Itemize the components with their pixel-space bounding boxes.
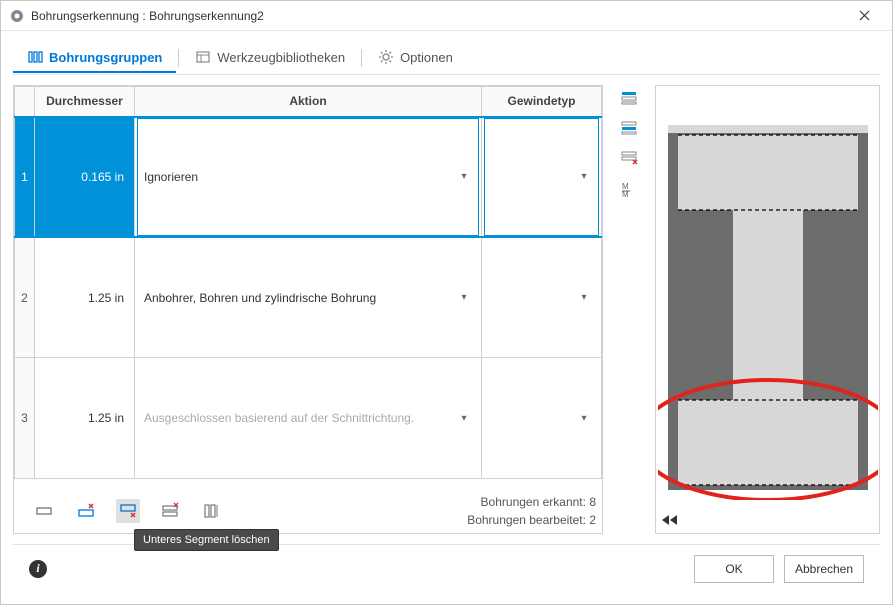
row-index[interactable]: 2 <box>15 237 35 358</box>
grid-pane: Durchmesser Aktion Gewindetyp 1 0.165 in <box>13 85 603 534</box>
cancel-button[interactable]: Abbrechen <box>784 555 864 583</box>
rewind-button[interactable] <box>654 513 684 527</box>
status-text: Bohrungen erkannt: 8 Bohrungen bearbeite… <box>467 493 602 529</box>
side-btn-4[interactable]: MM <box>618 177 640 199</box>
side-btn-2[interactable] <box>618 117 640 139</box>
action-cell[interactable]: Anbohrer, Bohren und zylindrische Bohrun… <box>135 237 482 358</box>
thread-combo[interactable]: ▾ <box>484 358 599 478</box>
ok-button[interactable]: OK <box>694 555 774 583</box>
detected-count: 8 <box>589 495 596 509</box>
svg-text:M: M <box>622 190 629 197</box>
action-cell[interactable]: Ausgeschlossen basierend auf der Schnitt… <box>135 358 482 479</box>
hole-preview-graphic <box>658 120 878 500</box>
bottom-bar: i OK Abbrechen <box>13 544 880 592</box>
tooltip: Unteres Segment löschen <box>134 529 279 551</box>
tab-separator <box>361 49 362 67</box>
action-cell[interactable]: Ignorieren ▾ <box>135 117 482 238</box>
tool-segment-delete-top[interactable] <box>74 499 98 523</box>
thread-cell[interactable]: ▾ <box>482 358 602 479</box>
table-row[interactable]: 1 0.165 in Ignorieren ▾ <box>15 117 602 238</box>
thread-combo[interactable]: ▾ <box>484 118 599 237</box>
thread-cell[interactable]: ▾ <box>482 237 602 358</box>
holes-table: Durchmesser Aktion Gewindetyp 1 0.165 in <box>14 86 602 479</box>
thread-combo[interactable]: ▾ <box>484 238 599 357</box>
detected-label: Bohrungen erkannt: <box>481 495 586 509</box>
chevron-down-icon: ▾ <box>576 171 592 182</box>
gear-icon <box>378 49 394 65</box>
combo-value: Anbohrer, Bohren und zylindrische Bohrun… <box>144 291 456 305</box>
toolbar: Unteres Segment löschen <box>14 499 224 523</box>
table-row[interactable]: 3 1.25 in Ausgeschlossen basierend auf d… <box>15 358 602 479</box>
side-btn-1[interactable] <box>618 87 640 109</box>
tab-label: Optionen <box>400 50 453 65</box>
action-combo[interactable]: Ignorieren ▾ <box>137 118 479 237</box>
preview-pane <box>655 85 880 534</box>
tool-segment-1[interactable] <box>32 499 56 523</box>
chevron-down-icon: ▾ <box>576 292 592 303</box>
body-row: Durchmesser Aktion Gewindetyp 1 0.165 in <box>13 85 880 534</box>
tab-label: Bohrungsgruppen <box>49 50 162 65</box>
tab-bar: Bohrungsgruppen Werkzeugbibliotheken Opt… <box>13 41 880 75</box>
row-index[interactable]: 1 <box>15 117 35 238</box>
action-combo[interactable]: Ausgeschlossen basierend auf der Schnitt… <box>137 358 479 478</box>
header-action[interactable]: Aktion <box>135 87 482 117</box>
side-btn-3[interactable] <box>618 147 640 169</box>
chevron-down-icon: ▾ <box>456 413 472 424</box>
chevron-down-icon: ▾ <box>576 413 592 424</box>
window-close-button[interactable] <box>844 2 884 30</box>
tool-segment-delete-bottom[interactable] <box>116 499 140 523</box>
diameter-cell[interactable]: 1.25 in <box>35 237 135 358</box>
processed-count: 2 <box>589 513 596 527</box>
diameter-cell[interactable]: 1.25 in <box>35 358 135 479</box>
chevron-down-icon: ▾ <box>456 292 472 303</box>
titlebar: Bohrungserkennung : Bohrungserkennung2 <box>1 1 892 31</box>
header-diameter[interactable]: Durchmesser <box>35 87 135 117</box>
combo-value: Ausgeschlossen basierend auf der Schnitt… <box>144 411 456 425</box>
tab-options[interactable]: Optionen <box>364 43 467 73</box>
groups-icon <box>27 49 43 65</box>
window-title: Bohrungserkennung : Bohrungserkennung2 <box>31 9 844 23</box>
chevron-down-icon: ▾ <box>456 171 472 182</box>
tab-tool-libraries[interactable]: Werkzeugbibliotheken <box>181 43 359 73</box>
grid-footer: Unteres Segment löschen Bohrungen erkann… <box>14 489 602 533</box>
tab-separator <box>178 49 179 67</box>
info-icon[interactable]: i <box>29 560 47 578</box>
header-threadtype[interactable]: Gewindetyp <box>482 87 602 117</box>
processed-label: Bohrungen bearbeitet: <box>467 513 586 527</box>
content-area: Bohrungsgruppen Werkzeugbibliotheken Opt… <box>1 31 892 604</box>
diameter-cell[interactable]: 0.165 in <box>35 117 135 238</box>
tab-underline <box>13 74 880 75</box>
header-index[interactable] <box>15 87 35 117</box>
tool-segment-4[interactable] <box>158 499 182 523</box>
app-icon <box>9 8 25 24</box>
action-combo[interactable]: Anbohrer, Bohren und zylindrische Bohrun… <box>137 238 479 357</box>
side-toolbar: MM <box>615 85 643 534</box>
tab-label: Werkzeugbibliotheken <box>217 50 345 65</box>
row-index[interactable]: 3 <box>15 358 35 479</box>
library-icon <box>195 49 211 65</box>
tool-segment-5[interactable] <box>200 499 224 523</box>
table-row[interactable]: 2 1.25 in Anbohrer, Bohren und zylindris… <box>15 237 602 358</box>
grid-wrap: Durchmesser Aktion Gewindetyp 1 0.165 in <box>14 86 602 479</box>
header-row: Durchmesser Aktion Gewindetyp <box>15 87 602 117</box>
thread-cell[interactable]: ▾ <box>482 117 602 238</box>
dialog-window: Bohrungserkennung : Bohrungserkennung2 B… <box>0 0 893 605</box>
tab-hole-groups[interactable]: Bohrungsgruppen <box>13 43 176 73</box>
combo-value: Ignorieren <box>144 170 456 184</box>
